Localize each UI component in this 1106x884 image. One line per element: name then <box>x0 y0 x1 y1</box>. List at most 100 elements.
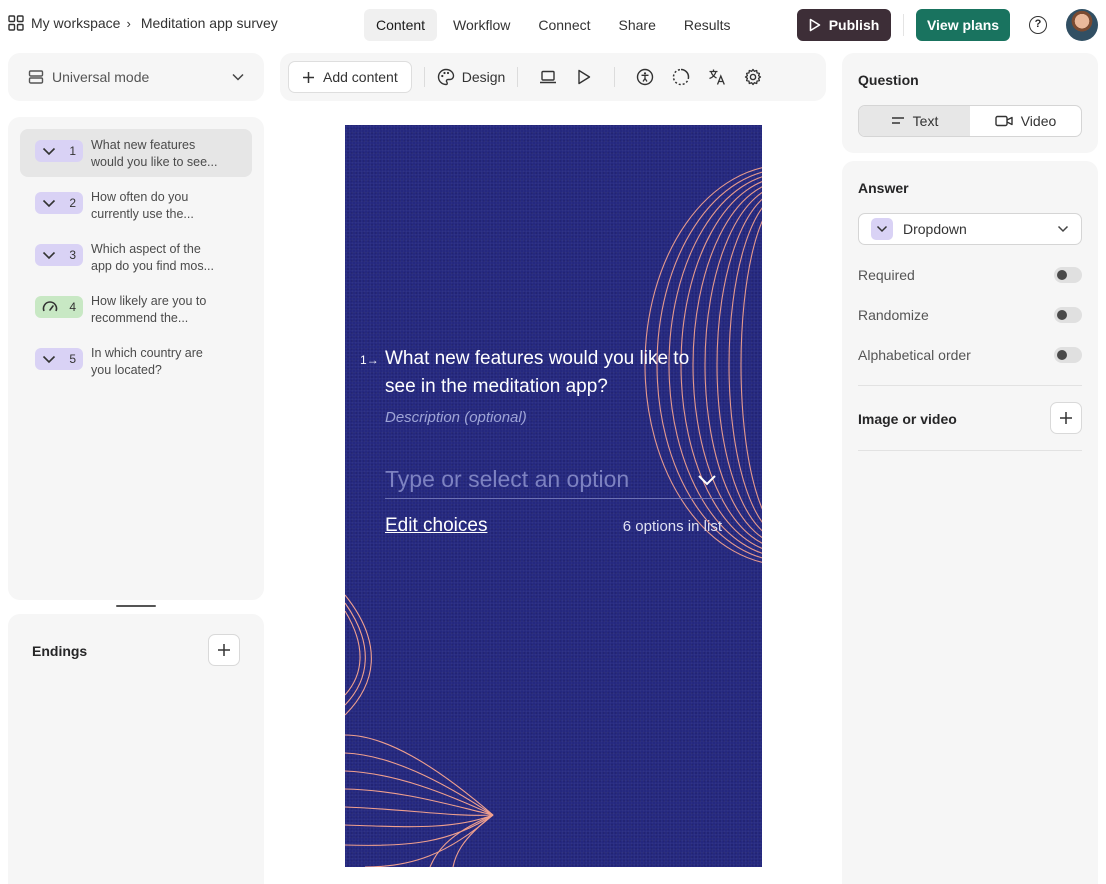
question-text-line: recommend the... <box>91 311 189 325</box>
progress-icon[interactable] <box>671 67 691 87</box>
chevron-down-icon <box>1057 225 1069 233</box>
question-item-1[interactable]: 1 What new features would you like to se… <box>20 129 252 177</box>
translate-icon[interactable] <box>707 67 727 87</box>
add-content-button[interactable]: Add content <box>288 61 412 93</box>
answer-settings-panel: Answer Dropdown Required Randomize Alpha… <box>842 161 1098 884</box>
question-item-4[interactable]: 4 How likely are you to recommend the... <box>20 285 252 333</box>
toolbar-divider <box>423 67 425 87</box>
question-badge: 5 <box>35 348 83 370</box>
plus-icon <box>303 71 314 83</box>
format-text-option[interactable]: Text <box>859 106 970 136</box>
answer-section-title: Answer <box>858 180 909 196</box>
options-count: 6 options in list <box>622 518 722 535</box>
question-badge: 4 <box>35 296 83 318</box>
question-badge: 3 <box>35 244 83 266</box>
question-text-line: How often do you <box>91 190 189 204</box>
view-plans-button[interactable]: View plans <box>916 9 1010 41</box>
question-text-line: app do you find mos... <box>91 259 214 273</box>
answer-type-select[interactable]: Dropdown <box>858 213 1082 245</box>
question-preview: 1→ What new features would you like to s… <box>345 125 762 867</box>
chevron-right-icon: › <box>126 15 131 31</box>
help-icon[interactable]: ? <box>1029 16 1047 34</box>
question-item-3[interactable]: 3 Which aspect of the app do you find mo… <box>20 233 252 281</box>
toolbar-divider <box>614 67 616 87</box>
question-number-label: 1→ <box>360 353 379 367</box>
question-list: 1 What new features would you like to se… <box>8 117 264 600</box>
mode-selector[interactable]: Universal mode <box>8 53 264 101</box>
tab-results[interactable]: Results <box>672 9 743 41</box>
question-item-2[interactable]: 2 How often do you currently use the... <box>20 181 252 229</box>
chevron-down-icon <box>232 73 244 81</box>
question-settings-panel: Question Text Video <box>842 53 1098 153</box>
chevron-down-icon <box>42 355 56 363</box>
randomize-toggle[interactable] <box>1054 307 1082 323</box>
format-video-label: Video <box>1020 113 1057 129</box>
format-video-option[interactable]: Video <box>970 106 1081 136</box>
question-text-line: would you like to see... <box>91 155 218 169</box>
editor-toolbar: Add content Design <box>280 53 826 101</box>
play-icon <box>809 18 821 32</box>
text-lines-icon <box>891 117 904 124</box>
question-text-line: How likely are you to <box>91 294 207 308</box>
required-toggle[interactable] <box>1054 267 1082 283</box>
question-badge: 1 <box>35 140 83 162</box>
question-preview-text: In which country are you located? <box>91 345 227 379</box>
question-preview-text: Which aspect of the app do you find mos.… <box>91 241 227 275</box>
question-text-line: What new features <box>91 138 196 152</box>
dropdown-type-badge <box>871 218 893 240</box>
tab-content[interactable]: Content <box>364 9 438 41</box>
required-label: Required <box>858 267 915 283</box>
plus-icon <box>1060 412 1072 424</box>
divider <box>858 385 1082 386</box>
toolbar-divider <box>517 67 519 87</box>
rows-icon <box>28 70 44 84</box>
play-preview-icon[interactable] <box>574 67 594 87</box>
tab-share[interactable]: Share <box>607 9 668 41</box>
grid-icon <box>8 15 24 31</box>
design-button[interactable]: Design <box>437 68 505 86</box>
palette-icon <box>437 68 454 86</box>
question-item-5[interactable]: 5 In which country are you located? <box>20 337 252 385</box>
question-title[interactable]: What new features would you like to see … <box>385 345 715 401</box>
question-description[interactable]: Description (optional) <box>385 409 527 426</box>
tab-connect[interactable]: Connect <box>526 9 602 41</box>
dropdown-placeholder: Type or select an option <box>385 466 630 492</box>
video-icon <box>995 115 1013 127</box>
resize-handle[interactable] <box>116 605 156 607</box>
alphabetical-order-toggle[interactable] <box>1054 347 1082 363</box>
chevron-down-icon <box>42 199 56 207</box>
tab-workflow[interactable]: Workflow <box>441 9 522 41</box>
question-preview-text: What new features would you like to see.… <box>91 137 227 171</box>
randomize-label: Randomize <box>858 307 929 323</box>
accessibility-icon[interactable] <box>635 67 655 87</box>
survey-title[interactable]: Meditation app survey <box>141 15 278 31</box>
question-number: 5 <box>69 352 76 366</box>
add-content-label: Add content <box>323 69 398 85</box>
answer-dropdown[interactable]: Type or select an option <box>385 461 723 499</box>
question-text-line: currently use the... <box>91 207 194 221</box>
question-text-line: In which country are <box>91 346 203 360</box>
question-text-line: Which aspect of the <box>91 242 201 256</box>
question-preview-text: How often do you currently use the... <box>91 189 227 223</box>
divider <box>903 14 904 36</box>
divider <box>858 450 1082 451</box>
alphabetical-order-label: Alphabetical order <box>858 347 971 363</box>
settings-gear-icon[interactable] <box>743 67 763 87</box>
plus-icon <box>218 644 230 656</box>
publish-button[interactable]: Publish <box>797 9 891 41</box>
question-format-toggle: Text Video <box>858 105 1082 137</box>
question-number: 1 <box>360 353 367 367</box>
format-text-label: Text <box>912 113 939 129</box>
main-nav: Content Workflow Connect Share Results <box>364 9 747 41</box>
add-media-button[interactable] <box>1050 402 1082 434</box>
required-setting: Required <box>858 265 1082 285</box>
add-ending-button[interactable] <box>208 634 240 666</box>
publish-label: Publish <box>828 17 880 33</box>
edit-choices-link[interactable]: Edit choices <box>385 515 487 537</box>
workspace-link[interactable]: My workspace <box>31 15 120 31</box>
top-bar: My workspace › Meditation app survey Con… <box>0 0 1106 50</box>
avatar[interactable] <box>1066 9 1098 41</box>
question-number: 3 <box>69 248 76 262</box>
laptop-icon[interactable] <box>538 67 558 87</box>
gauge-icon <box>42 301 58 312</box>
